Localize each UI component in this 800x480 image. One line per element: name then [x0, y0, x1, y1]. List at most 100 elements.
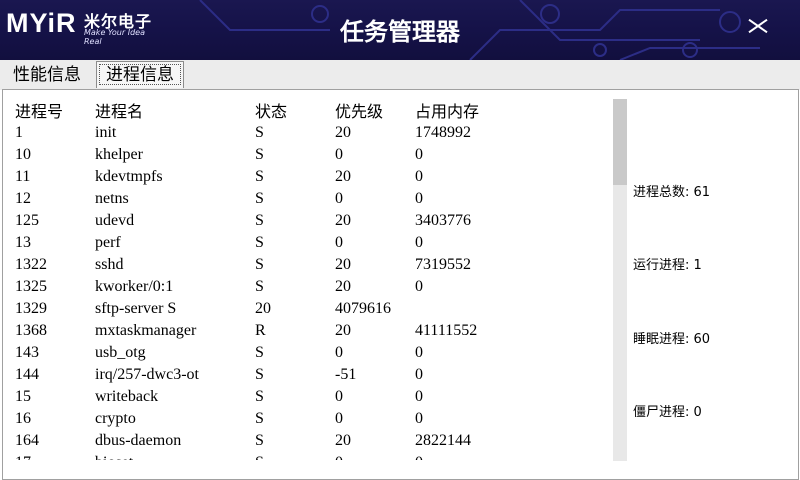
- cell-priority: 20: [335, 124, 351, 141]
- header-pid[interactable]: 进程号: [15, 98, 95, 122]
- cell-state: S: [255, 344, 264, 361]
- table-row[interactable]: 1322 sshd S 20 7319552: [15, 254, 615, 276]
- cell-name: init: [95, 124, 117, 141]
- cell-name: irq/257-dwc3-ot: [95, 366, 199, 383]
- cell-priority: 20: [335, 168, 351, 185]
- cell-state: S: [255, 190, 264, 207]
- cell-pid: 1325: [15, 278, 47, 295]
- cell-pid: 15: [15, 388, 31, 405]
- stat-running: 运行进程: 1: [633, 258, 702, 273]
- cell-name: sshd: [95, 256, 124, 273]
- cell-name: crypto: [95, 410, 136, 427]
- cell-memory: 0: [415, 234, 423, 251]
- table-row[interactable]: 16 crypto S 0 0: [15, 408, 615, 430]
- cell-memory: 0: [415, 344, 423, 361]
- window-title: 任务管理器: [340, 18, 460, 46]
- tab-processes[interactable]: 进程信息: [96, 61, 184, 88]
- table-row[interactable]: 15 writeback S 0 0: [15, 386, 615, 408]
- cell-name: dbus-daemon: [95, 432, 182, 449]
- process-panel: 进程号 进程名 状态 优先级 占用内存 1 init S 20 1748992 10 kh…: [2, 89, 799, 480]
- table-row[interactable]: 11 kdevtmpfs S 20 0: [15, 166, 615, 188]
- vertical-scrollbar[interactable]: [613, 99, 627, 461]
- cell-state: S: [255, 168, 264, 185]
- cell-pid: 10: [15, 146, 31, 163]
- cell-pid: 144: [15, 366, 39, 383]
- header-name[interactable]: 进程名: [95, 98, 255, 122]
- cell-pid: 125: [15, 212, 39, 229]
- title-bar: MYiR 米尔电子 Make Your Idea Real 任务管理器: [0, 0, 800, 60]
- stat-sleeping: 睡眠进程: 60: [633, 332, 711, 347]
- table-row[interactable]: 12 netns S 0 0: [15, 188, 615, 210]
- tab-strip: 性能信息 进程信息: [0, 60, 800, 90]
- cell-priority: 20: [335, 278, 351, 295]
- cell-pid: 13: [15, 234, 31, 251]
- scrollbar-thumb[interactable]: [613, 99, 627, 185]
- cell-name: writeback: [95, 388, 159, 405]
- cell-name: udevd: [95, 212, 135, 229]
- cell-state: S: [255, 278, 264, 295]
- cell-priority: 20: [335, 432, 351, 449]
- cell-pid: 11: [15, 168, 31, 185]
- cell-state: S: [255, 124, 264, 141]
- cell-priority: 4079616: [335, 300, 391, 317]
- header-priority[interactable]: 优先级: [335, 98, 415, 122]
- table-row[interactable]: 17biosetS00: [15, 452, 615, 460]
- tab-performance[interactable]: 性能信息: [4, 62, 90, 88]
- cell-name: khelper: [95, 146, 143, 163]
- cell-priority: 0: [335, 410, 343, 427]
- cell-priority: 20: [335, 322, 351, 339]
- cell-state: 20: [255, 300, 271, 317]
- table-row[interactable]: 1325 kworker/0:1 S 20 0: [15, 276, 615, 298]
- cell-priority: 20: [335, 256, 351, 273]
- process-table: 进程号 进程名 状态 优先级 占用内存 1 init S 20 1748992 10 kh…: [15, 98, 615, 460]
- cell-memory: 0: [415, 278, 423, 295]
- cell-name: perf: [95, 234, 121, 251]
- table-row[interactable]: 10 khelper S 0 0: [15, 144, 615, 166]
- cell-priority: 20: [335, 212, 351, 229]
- table-row[interactable]: 125 udevd S 20 3403776: [15, 210, 615, 232]
- cell-name: kworker/0:1: [95, 278, 174, 295]
- table-row[interactable]: 143 usb_otg S 0 0: [15, 342, 615, 364]
- cell-state: S: [255, 256, 264, 273]
- cell-pid: 143: [15, 344, 39, 361]
- cell-state: R: [255, 322, 266, 339]
- table-row[interactable]: 164 dbus-daemon S 20 2822144: [15, 430, 615, 452]
- cell-memory: 0: [415, 388, 423, 405]
- cell-state: S: [255, 432, 264, 449]
- cell-state: S: [255, 410, 264, 427]
- cell-memory: 41111552: [415, 322, 478, 339]
- cell-state: S: [255, 452, 335, 460]
- cell-memory: 0: [415, 366, 423, 383]
- cell-priority: 0: [335, 190, 343, 207]
- table-row[interactable]: 13 perf S 0 0: [15, 232, 615, 254]
- cell-name: bioset: [95, 452, 255, 460]
- cell-priority: -51: [335, 366, 357, 383]
- table-row[interactable]: 1368 mxtaskmanager R 20 41111552: [15, 320, 615, 342]
- stat-total: 进程总数: 61: [633, 185, 711, 200]
- cell-memory: 0: [415, 190, 423, 207]
- cell-memory: 7319552: [415, 256, 471, 273]
- cell-priority: 0: [335, 452, 415, 460]
- stat-zombie: 僵尸进程: 0: [633, 405, 702, 420]
- cell-pid: 12: [15, 190, 31, 207]
- cell-state: S: [255, 366, 264, 383]
- cell-name: kdevtmpfs: [95, 168, 163, 185]
- close-icon[interactable]: [746, 14, 770, 38]
- cell-memory: 0: [415, 410, 423, 427]
- cell-memory: 3403776: [415, 212, 471, 229]
- table-row[interactable]: 144 irq/257-dwc3-ot S -51 0: [15, 364, 615, 386]
- cell-state: S: [255, 212, 264, 229]
- cell-priority: 0: [335, 146, 343, 163]
- cell-name: netns: [95, 190, 129, 207]
- cell-priority: 0: [335, 344, 343, 361]
- header-memory[interactable]: 占用内存: [415, 98, 555, 122]
- header-state[interactable]: 状态: [255, 98, 335, 122]
- cell-pid: 1: [15, 124, 23, 141]
- cell-state: S: [255, 234, 264, 251]
- cell-pid: 164: [15, 432, 39, 449]
- cell-pid: 17: [15, 452, 95, 460]
- table-row[interactable]: 1 init S 20 1748992: [15, 122, 615, 144]
- table-body: 1 init S 20 1748992 10 khelper S 0 0 11 kdevtmpfs…: [15, 122, 615, 460]
- cell-pid: 16: [15, 410, 31, 427]
- table-row[interactable]: 1329 sftp-server S 20 4079616: [15, 298, 615, 320]
